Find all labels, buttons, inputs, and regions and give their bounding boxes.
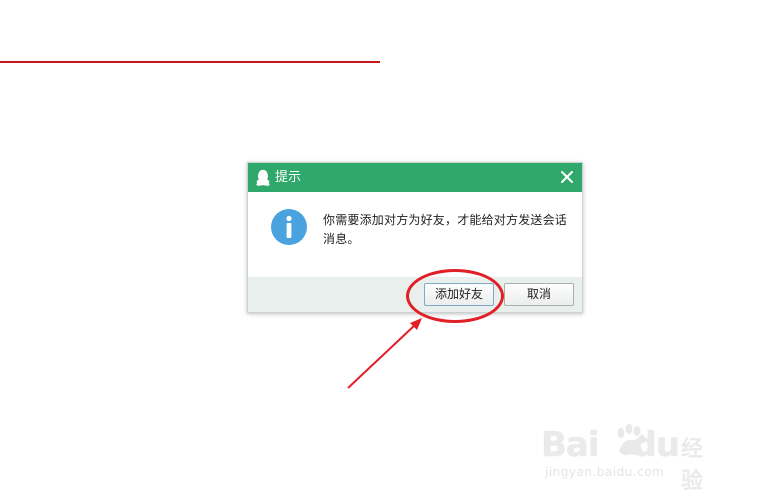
dialog-titlebar[interactable]: 提示 (248, 163, 582, 192)
baidu-paw-icon (617, 424, 645, 455)
annotation-arrow (347, 318, 422, 389)
watermark-product: 经验 (681, 437, 704, 494)
baidu-jingyan-watermark: Bai du 经验 jingyan.baidu.com (541, 424, 716, 494)
watermark-brand: Bai du (541, 425, 680, 465)
watermark-url: jingyan.baidu.com (545, 465, 665, 479)
top-divider-line (0, 61, 380, 63)
close-icon[interactable] (560, 170, 574, 184)
dialog-title: 提示 (275, 170, 302, 185)
dialog-message: 你需要添加对方为好友，才能给对方发送会话消息。 (323, 213, 568, 246)
info-icon (271, 209, 307, 245)
qq-penguin-icon (256, 169, 270, 186)
cancel-button[interactable]: 取消 (504, 283, 574, 306)
page: 提示 你需要添加对方为好友，才能给对方发送会话消息。 添加好友 取消 Bai du (0, 0, 760, 501)
